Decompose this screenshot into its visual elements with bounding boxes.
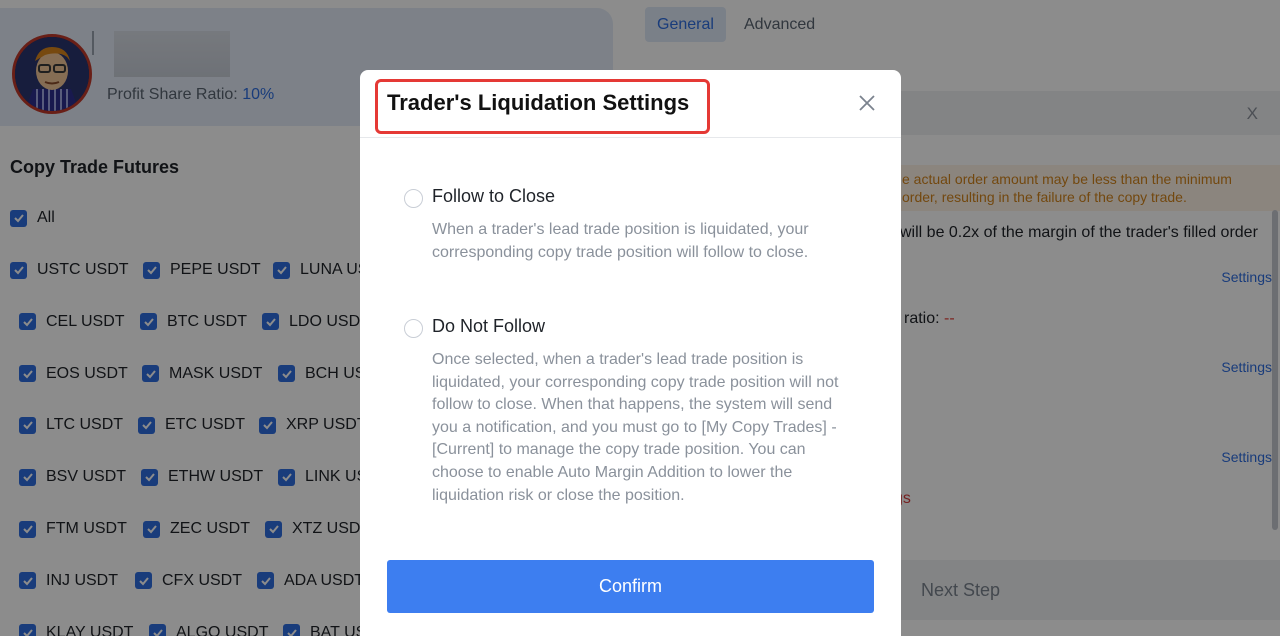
- close-icon[interactable]: [855, 91, 879, 115]
- modal-title: Trader's Liquidation Settings: [387, 90, 690, 115]
- confirm-button[interactable]: Confirm: [387, 560, 874, 613]
- option-description: When a trader's lead trade position is l…: [432, 221, 809, 261]
- option-label: Follow to Close: [432, 186, 556, 206]
- liquidation-settings-modal: Trader's Liquidation Settings Follow to …: [360, 70, 901, 636]
- radio-do-not-follow[interactable]: [404, 319, 423, 338]
- modal-header: Trader's Liquidation Settings: [360, 70, 901, 138]
- option-description: Once selected, when a trader's lead trad…: [432, 351, 839, 504]
- option-label: Do Not Follow: [432, 316, 546, 336]
- radio-follow-to-close[interactable]: [404, 189, 423, 208]
